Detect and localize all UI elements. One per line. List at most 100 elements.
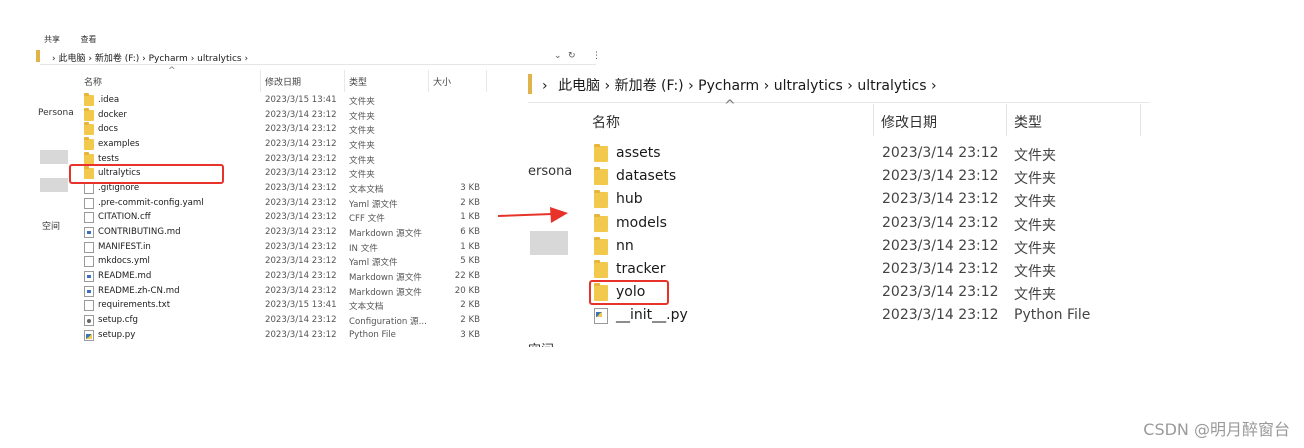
list-item[interactable]: hub 2023/3/14 23:12 文件夹	[594, 188, 1114, 211]
list-item[interactable]: docker 2023/3/14 23:12 文件夹	[84, 107, 484, 124]
sidebar-item-hidden[interactable]	[530, 231, 568, 255]
chevron-down-icon[interactable]: ⌄	[554, 51, 562, 61]
list-item[interactable]: datasets 2023/3/14 23:12 文件夹	[594, 165, 1114, 188]
breadcrumb-item[interactable]: ultralytics	[857, 78, 926, 94]
file-date: 2023/3/14 23:12	[265, 285, 337, 296]
file-date: 2023/3/14 23:12	[882, 237, 999, 254]
list-item[interactable]: .pre-commit-config.yaml 2023/3/14 23:12 Ya…	[84, 197, 484, 212]
file-date: 2023/3/14 23:12	[882, 214, 999, 231]
sidebar-item-personal[interactable]: Persona	[38, 108, 74, 118]
chevron-right-icon: ›	[52, 54, 56, 64]
list-item[interactable]: MANIFEST.in 2023/3/14 23:12 IN 文件 1 KB	[84, 241, 484, 256]
file-date: 2023/3/14 23:12	[265, 256, 337, 267]
file-icon	[84, 241, 94, 253]
list-item[interactable]: nn 2023/3/14 23:12 文件夹	[594, 235, 1114, 258]
list-item[interactable]: __init__.py 2023/3/14 23:12 Python File	[594, 304, 1114, 327]
file-date: 2023/3/14 23:12	[882, 191, 999, 208]
file-name: setup.cfg	[98, 314, 138, 325]
breadcrumb-item[interactable]: Pycharm	[698, 78, 759, 94]
file-type: Markdown 源文件	[349, 287, 422, 298]
list-item[interactable]: mkdocs.yml 2023/3/14 23:12 Yaml 源文件 5 KB	[84, 255, 484, 270]
refresh-icon[interactable]: ↻	[568, 51, 576, 61]
breadcrumb-item[interactable]: ultralytics	[197, 54, 241, 64]
list-item[interactable]: examples 2023/3/14 23:12 文件夹	[84, 136, 484, 153]
file-date: 2023/3/14 23:12	[265, 138, 337, 149]
highlight-box-ultralytics	[69, 164, 224, 184]
file-size: 2 KB	[460, 300, 480, 311]
list-item[interactable]: docs 2023/3/14 23:12 文件夹	[84, 122, 484, 138]
column-header-date[interactable]: 修改日期	[881, 112, 937, 132]
ribbon-tab-view[interactable]: 查看	[81, 35, 97, 44]
address-bar[interactable]: › 此电脑 › 新加卷 (F:) › Pycharm › ultralytics…	[36, 48, 601, 65]
file-type: 文件夹	[1014, 171, 1056, 188]
folder-icon	[594, 144, 608, 162]
column-divider[interactable]	[260, 70, 261, 92]
file-name: setup.py	[98, 329, 136, 340]
file-date: 2023/3/14 23:12	[265, 329, 337, 340]
breadcrumb-item[interactable]: Pycharm	[149, 54, 188, 64]
column-divider[interactable]	[344, 70, 345, 92]
list-item[interactable]: tracker 2023/3/14 23:12 文件夹	[594, 258, 1114, 281]
python-file-icon	[84, 329, 94, 341]
sidebar-item-hidden[interactable]	[40, 150, 68, 164]
column-divider[interactable]	[873, 104, 874, 136]
sidebar-item-space[interactable]: 空间	[528, 339, 554, 347]
column-header-date[interactable]: 修改日期	[265, 75, 301, 88]
list-item[interactable]: .gitignore 2023/3/14 23:12 文本文档 3 KB	[84, 182, 484, 197]
file-name: .gitignore	[98, 182, 140, 193]
file-size: 22 KB	[454, 270, 480, 281]
sidebar-item-personal[interactable]: ersona	[528, 164, 572, 179]
column-header-type[interactable]: 类型	[349, 75, 367, 88]
file-type: 文件夹	[349, 140, 375, 151]
file-date: 2023/3/14 23:12	[265, 197, 337, 208]
file-name: README.zh-CN.md	[98, 285, 180, 296]
list-item[interactable]: setup.py 2023/3/14 23:12 Python File 3 KB	[84, 329, 484, 344]
file-date: 2023/3/14 23:12	[265, 124, 337, 135]
list-item[interactable]: README.zh-CN.md 2023/3/14 23:12 Markdown 源…	[84, 285, 484, 300]
sidebar-item-space[interactable]: 空间	[42, 219, 60, 232]
breadcrumb-item[interactable]: 此电脑	[58, 54, 85, 64]
column-header-name[interactable]: 名称	[84, 75, 102, 88]
list-item[interactable]: setup.cfg 2023/3/14 23:12 Configuration 源.…	[84, 314, 484, 329]
column-header-size[interactable]: 大小	[433, 75, 451, 88]
file-date: 2023/3/14 23:12	[265, 182, 337, 193]
list-item[interactable]: README.md 2023/3/14 23:12 Markdown 源文件 22 K…	[84, 270, 484, 285]
sidebar-item-hidden[interactable]	[40, 178, 68, 192]
column-divider[interactable]	[1006, 104, 1007, 136]
folder-icon	[84, 93, 94, 106]
list-item[interactable]: models 2023/3/14 23:12 文件夹	[594, 212, 1114, 235]
file-type: 文本文档	[349, 184, 384, 195]
file-date: 2023/3/14 23:12	[265, 270, 337, 281]
column-divider[interactable]	[486, 70, 487, 92]
list-item[interactable]: CITATION.cff 2023/3/14 23:12 CFF 文件 1 KB	[84, 211, 484, 226]
file-name: docker	[98, 109, 127, 120]
folder-icon	[594, 167, 608, 186]
file-date: 2023/3/14 23:12	[882, 307, 999, 324]
file-size: 6 KB	[460, 226, 480, 237]
file-type: 文件夹	[1014, 264, 1056, 280]
breadcrumb-item[interactable]: 新加卷 (F:)	[95, 54, 139, 64]
column-header-name[interactable]: 名称	[592, 112, 620, 132]
file-date: 2023/3/15 13:41	[265, 300, 337, 311]
column-divider[interactable]	[428, 70, 429, 92]
list-item[interactable]: assets 2023/3/14 23:12 文件夹	[594, 142, 1114, 165]
file-name: tests	[98, 153, 119, 164]
breadcrumb-item[interactable]: ultralytics	[774, 78, 843, 94]
address-bar[interactable]: › 此电脑 › 新加卷 (F:) › Pycharm › ultralytics…	[528, 66, 1150, 103]
column-header-type[interactable]: 类型	[1014, 112, 1042, 132]
column-divider[interactable]	[1140, 104, 1141, 136]
file-type: 文件夹	[1014, 240, 1056, 257]
ribbon-tab-share[interactable]: 共享	[44, 35, 60, 44]
list-item[interactable]: .idea 2023/3/15 13:41 文件夹	[84, 93, 484, 109]
list-item[interactable]: CONTRIBUTING.md 2023/3/14 23:12 Markdown 源…	[84, 226, 484, 241]
breadcrumb-item[interactable]: 新加卷 (F:)	[615, 78, 684, 94]
list-item[interactable]: requirements.txt 2023/3/15 13:41 文本文档 2 KB	[84, 299, 484, 314]
folder-icon	[84, 122, 94, 136]
breadcrumb-item[interactable]: 此电脑	[558, 78, 600, 94]
file-icon	[84, 197, 94, 209]
folder-icon	[594, 260, 608, 278]
list-item[interactable]: yolo 2023/3/14 23:12 文件夹	[594, 281, 1114, 304]
file-date: 2023/3/14 23:12	[265, 226, 337, 237]
file-size: 20 KB	[454, 285, 480, 296]
file-date: 2023/3/14 23:12	[265, 153, 337, 164]
